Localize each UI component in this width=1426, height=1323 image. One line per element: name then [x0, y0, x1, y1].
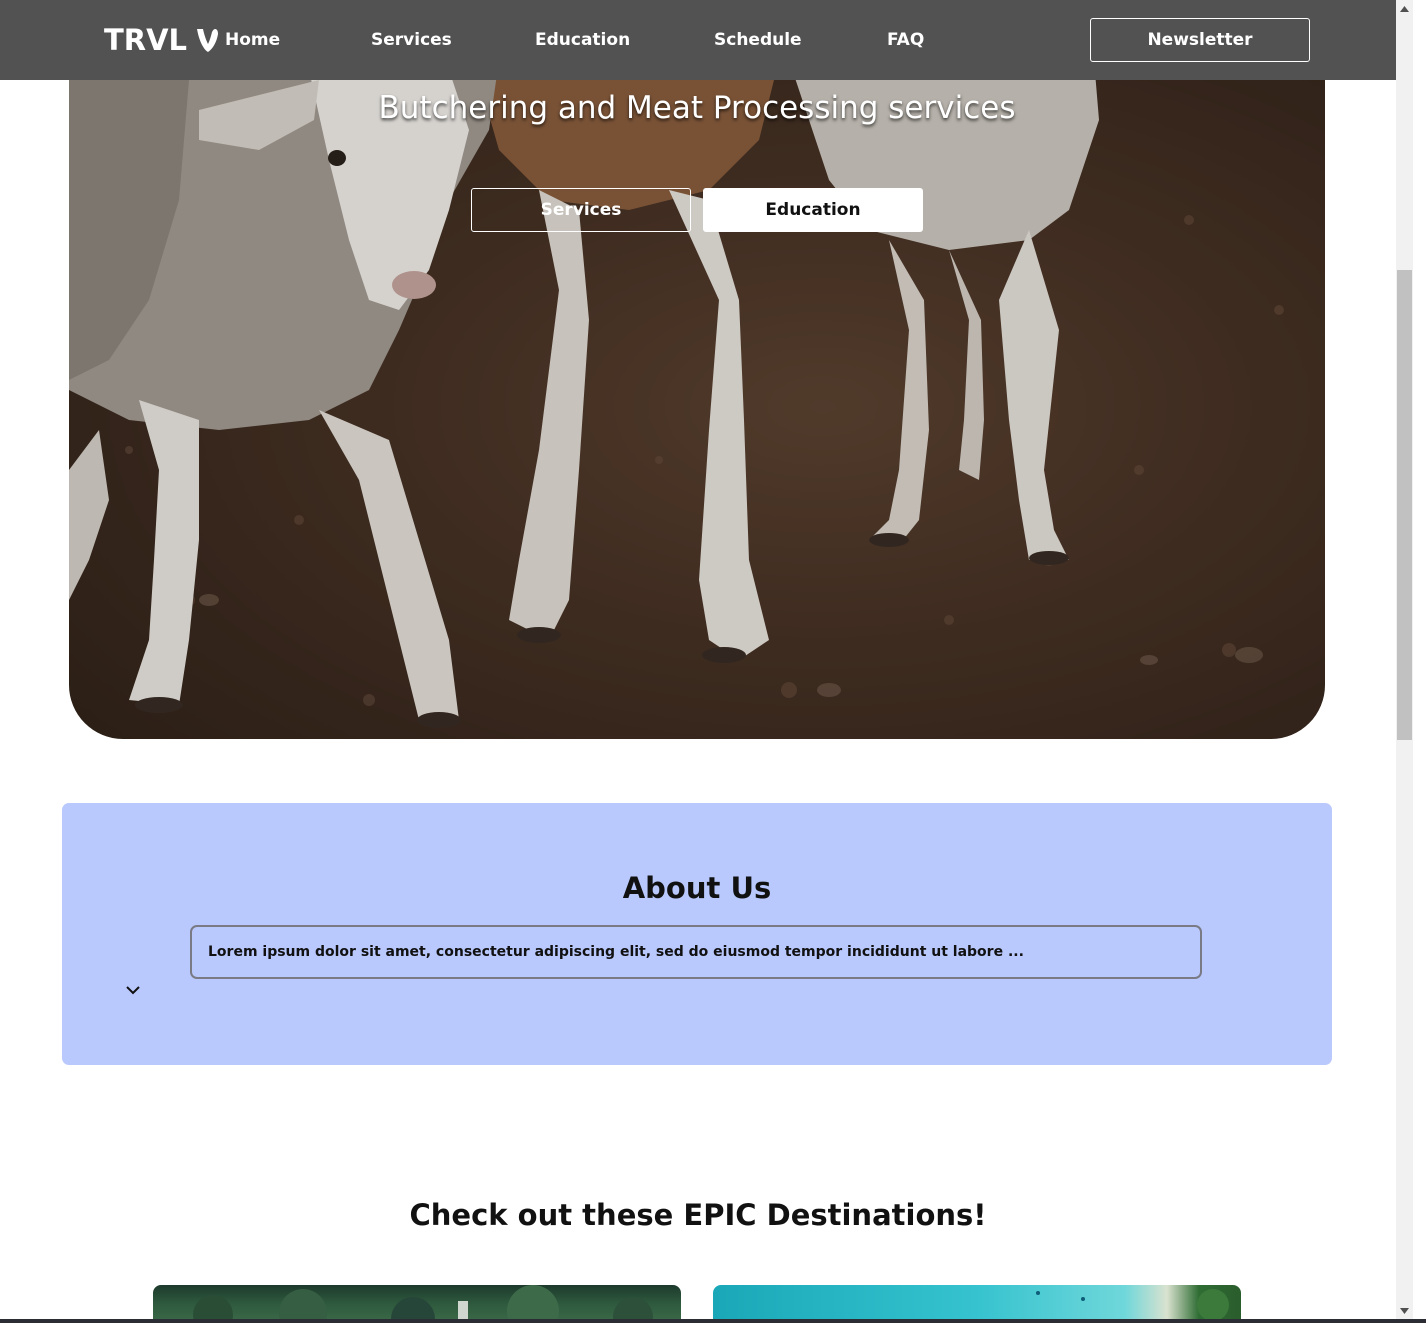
destination-card[interactable]	[153, 1285, 681, 1323]
destination-image	[193, 1285, 653, 1323]
window-edge	[1413, 0, 1426, 1323]
hero-education-button[interactable]: Education	[703, 188, 923, 232]
nav-home[interactable]: Home	[225, 28, 280, 52]
nav-education[interactable]: Education	[535, 28, 630, 52]
nav-faq[interactable]: FAQ	[887, 28, 924, 52]
about-section: About Us Lorem ipsum dolor sit amet, con…	[62, 803, 1332, 1065]
nav-services[interactable]: Services	[371, 28, 452, 52]
site-logo[interactable]: TRVL	[104, 20, 221, 60]
hero-banner: Butchering and Meat Processing services …	[69, 0, 1325, 739]
logo-text: TRVL	[104, 23, 188, 57]
about-text-box[interactable]: Lorem ipsum dolor sit amet, consectetur …	[190, 925, 1202, 979]
destination-image	[1036, 1289, 1229, 1321]
nav-schedule[interactable]: Schedule	[714, 28, 802, 52]
destinations-title: Check out these EPIC Destinations!	[409, 1198, 987, 1232]
bottom-bar	[0, 1319, 1426, 1323]
top-navigation: TRVL Home Services Education Schedule FA…	[0, 0, 1396, 80]
page-scrollbar[interactable]	[1396, 0, 1413, 1323]
chevron-down-icon[interactable]	[124, 983, 142, 997]
hero-subtitle: Butchering and Meat Processing services	[378, 90, 1016, 126]
about-title: About Us	[622, 871, 772, 905]
newsletter-button[interactable]: Newsletter	[1090, 18, 1310, 62]
scrollbar-thumb[interactable]	[1397, 270, 1412, 740]
typo3-icon	[197, 29, 219, 52]
hero-services-button[interactable]: Services	[471, 188, 691, 232]
destination-card[interactable]	[713, 1285, 1241, 1323]
scroll-down-icon[interactable]	[1400, 1308, 1409, 1314]
scroll-up-icon[interactable]	[1400, 6, 1409, 12]
